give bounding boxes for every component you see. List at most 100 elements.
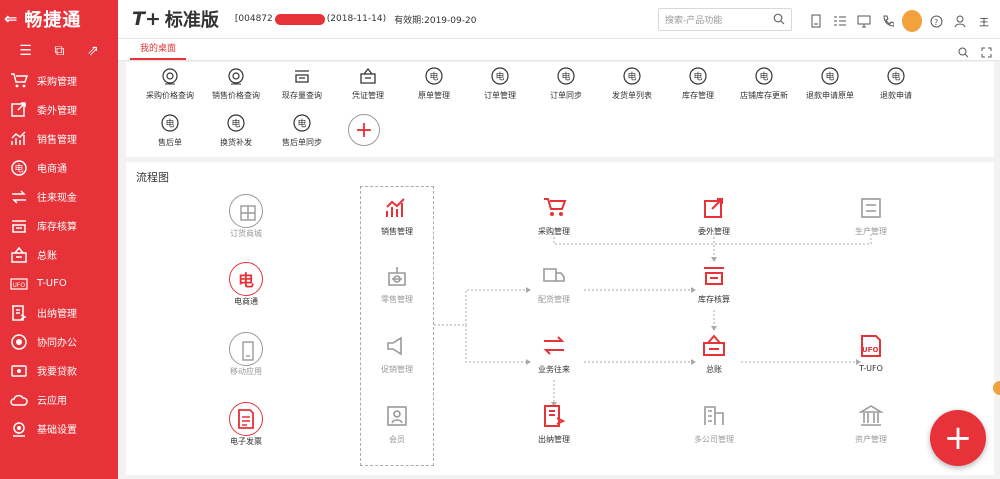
flow-node-purchase[interactable]: 采购管理 (514, 194, 594, 237)
help-icon[interactable]: ? (924, 15, 948, 28)
search-icon[interactable] (773, 13, 785, 28)
sidebar-item[interactable]: 委外管理 (0, 95, 118, 124)
flow-node-stock[interactable]: 库存核算 (674, 262, 754, 305)
sidebar-item-label: 委外管理 (37, 106, 77, 117)
flow-node-promo[interactable]: 促销管理 (357, 332, 437, 375)
user-name[interactable]: 王 (972, 14, 996, 29)
flow-node-member[interactable]: 会员 (357, 402, 437, 445)
sidebar-item[interactable]: 电 电商通 (0, 153, 118, 182)
exch-icon (541, 333, 567, 361)
sidebar-item[interactable]: 总账 (0, 240, 118, 269)
sidebar-item[interactable]: 出纳管理 (0, 298, 118, 327)
add-shortcut-button[interactable]: + (348, 114, 380, 146)
svg-text:电: 电 (760, 71, 769, 83)
quick-item[interactable]: 电换货补发 (204, 114, 268, 148)
flow-node-label: 业务往来 (538, 365, 570, 374)
ecommerce-icon: 电 (491, 67, 509, 85)
quick-item-label: 售后单 (158, 138, 182, 147)
quick-item-label: 订单管理 (484, 91, 516, 100)
quick-item[interactable]: 电退款申请原单 (798, 67, 862, 101)
flow-node-cashier[interactable]: 出纳管理 (514, 402, 594, 445)
sidebar: ⇐ 畅捷通 ☰ ⧉ ⇗ 采购管理 委外管理 销售管理电 电商通 往来现金 库存核算 总账 UF… (0, 0, 118, 479)
add-fab-button[interactable]: + (930, 410, 986, 466)
retail-icon (384, 263, 410, 291)
quick-item-label: 现存量查询 (282, 91, 322, 100)
sidebar-item[interactable]: 云应用 (0, 385, 118, 414)
monitor-icon[interactable] (852, 15, 876, 28)
quick-item[interactable]: 销售价格查询 (204, 67, 268, 101)
monkey-avatar-icon[interactable] (902, 10, 922, 32)
quick-item[interactable]: 凭证管理 (336, 67, 400, 101)
flow-node-production[interactable]: 生产管理 (831, 194, 911, 237)
side-handle[interactable] (993, 381, 1000, 395)
stock-icon (10, 217, 28, 235)
quick-item[interactable]: 电售后单同步 (270, 114, 334, 148)
top-icons: ? 王 (804, 10, 996, 32)
flow-node-outsource[interactable]: 委外管理 (674, 194, 754, 237)
account-info: [004872 (2018-11-14) 有效期:2019-09-20 (235, 13, 476, 26)
list-icon[interactable] (828, 15, 852, 27)
ecommerce-icon: 电 (755, 67, 773, 85)
sidebar-item-label: 云应用 (37, 396, 67, 407)
quick-item[interactable]: 电原单管理 (402, 67, 466, 101)
flow-node-mobile[interactable]: 移动应用 (206, 332, 286, 377)
product-prefix: T+ (132, 8, 161, 30)
flow-node-multi[interactable]: 多公司管理 (674, 402, 754, 445)
mall-icon (229, 194, 263, 228)
flow-node-invoice[interactable]: 电子发票 (206, 402, 286, 447)
quick-item[interactable]: 采购价格查询 (138, 67, 202, 101)
sidebar-item[interactable]: UFO T-UFO (0, 269, 118, 298)
camera-icon (161, 67, 179, 85)
quick-item[interactable]: 电店铺库存更新 (732, 67, 796, 101)
external-icon[interactable]: ⇗ (87, 43, 99, 59)
quick-item[interactable]: 电退款申请 (864, 67, 928, 101)
quick-item[interactable]: 现存量查询 (270, 67, 334, 101)
redaction-mark (274, 13, 325, 25)
flow-node-asset[interactable]: 资产管理 (831, 402, 911, 445)
flow-node-business[interactable]: 业务往来 (514, 332, 594, 375)
avatar[interactable] (900, 10, 924, 32)
sidebar-item[interactable]: 基础设置 (0, 414, 118, 443)
ecommerce-icon: 电 (887, 67, 905, 85)
search-input[interactable]: 搜索-产品功能 (658, 8, 792, 31)
flow-node-ledger[interactable]: 总账 (674, 332, 754, 375)
window-icon[interactable]: ⧉ (54, 43, 64, 59)
back-arrow-icon[interactable]: ⇐ (4, 9, 18, 28)
flow-node-distribution[interactable]: 配货管理 (514, 262, 594, 305)
truck-icon (541, 263, 567, 291)
flow-node-ecommerce[interactable]: 电电商通 (206, 262, 286, 307)
flow-node-mall[interactable]: 订货商城 (206, 194, 286, 239)
sidebar-item[interactable]: 销售管理 (0, 124, 118, 153)
menu-icon[interactable]: ☰ (19, 43, 32, 59)
flow-node-label: 资产管理 (855, 435, 887, 444)
sidebar-item[interactable]: 我要贷款 (0, 356, 118, 385)
flow-node-sales[interactable]: 销售管理 (357, 194, 437, 237)
sidebar-item[interactable]: 往来现金 (0, 182, 118, 211)
quick-item[interactable]: 电发货单列表 (600, 67, 664, 101)
quick-item[interactable]: 电库存管理 (666, 67, 730, 101)
brand-logo[interactable]: ⇐ 畅捷通 (0, 0, 118, 37)
svg-text:电: 电 (430, 71, 439, 83)
sidebar-item-label: 电商通 (37, 164, 67, 175)
flow-node-ufo[interactable]: UFO T-UFO (831, 332, 911, 373)
account-date: (2018-11-14) (326, 14, 387, 24)
zoom-icon[interactable] (958, 43, 969, 62)
quick-item[interactable]: 电订单管理 (468, 67, 532, 101)
quick-item[interactable]: 电售后单 (138, 114, 202, 148)
sidebar-item[interactable]: 采购管理 (0, 66, 118, 95)
flow-node-label: 促销管理 (381, 365, 413, 374)
svg-text:UFO: UFO (13, 282, 26, 289)
sidebar-toolbar: ☰ ⧉ ⇗ (0, 37, 118, 65)
quick-item[interactable]: 电订单同步 (534, 67, 598, 101)
user-icon[interactable] (948, 15, 972, 28)
flow-node-retail[interactable]: 零售管理 (357, 262, 437, 305)
flow-node-label: 会员 (389, 435, 405, 444)
phone-device-icon[interactable] (804, 14, 828, 28)
phone-icon[interactable] (876, 15, 900, 27)
fullscreen-icon[interactable] (981, 43, 992, 62)
tab-my-desktop[interactable]: 我的桌面 (130, 41, 187, 60)
svg-text:电: 电 (628, 71, 637, 83)
svg-text:电: 电 (562, 71, 571, 83)
sidebar-item[interactable]: 协同办公 (0, 327, 118, 356)
sidebar-item[interactable]: 库存核算 (0, 211, 118, 240)
